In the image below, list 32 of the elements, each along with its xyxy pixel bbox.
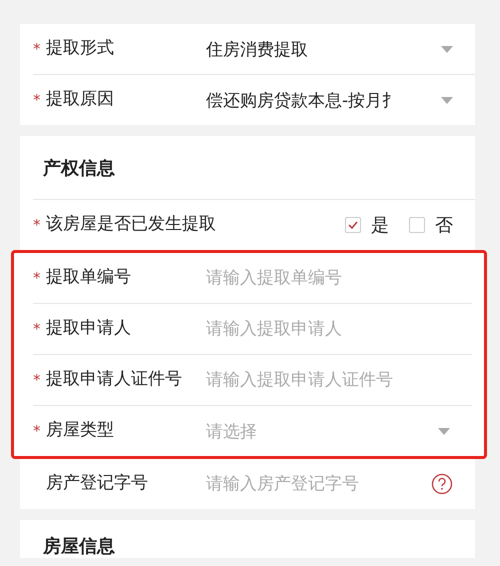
- option-label[interactable]: 否: [435, 213, 453, 237]
- field-label: 房屋类型: [46, 422, 115, 440]
- field-label: 该房屋是否已发生提取: [46, 216, 216, 234]
- dropdown-caret-icon[interactable]: [441, 46, 453, 52]
- required-mark: *: [33, 422, 40, 440]
- required-mark: *: [33, 371, 40, 389]
- required-mark: *: [33, 269, 40, 287]
- select-value[interactable]: 住房消费提取: [206, 38, 441, 60]
- section-title: 房屋信息: [42, 535, 116, 558]
- checkbox[interactable]: [345, 217, 361, 233]
- dropdown-caret-icon[interactable]: [438, 428, 450, 434]
- required-mark: *: [33, 216, 40, 234]
- required-mark: *: [33, 91, 40, 109]
- checkbox[interactable]: [409, 217, 425, 233]
- required-mark: *: [33, 40, 40, 58]
- input-field[interactable]: 请输入提取申请人: [206, 319, 450, 339]
- section-title: 产权信息: [42, 157, 116, 181]
- field-label: 提取申请人证件号: [46, 371, 183, 389]
- field-label: 提取单编号: [46, 269, 132, 287]
- select-value[interactable]: 偿还购房贷款本息-按月扌: [206, 88, 441, 112]
- dropdown-caret-icon[interactable]: [441, 96, 453, 104]
- input-field[interactable]: 请输入房产登记字号: [206, 474, 431, 494]
- field-label: 房产登记字号: [46, 475, 149, 493]
- checkmark-icon: [348, 221, 358, 229]
- input-field[interactable]: 请输入提取申请人证件号: [206, 370, 450, 390]
- help-icon[interactable]: [431, 473, 453, 495]
- field-label: 提取形式: [46, 40, 115, 58]
- option-label[interactable]: 是: [371, 213, 389, 237]
- required-mark: *: [33, 320, 40, 338]
- input-field[interactable]: 请输入提取单编号: [206, 268, 450, 288]
- field-label: 提取申请人: [46, 320, 132, 338]
- field-label: 提取原因: [46, 91, 115, 109]
